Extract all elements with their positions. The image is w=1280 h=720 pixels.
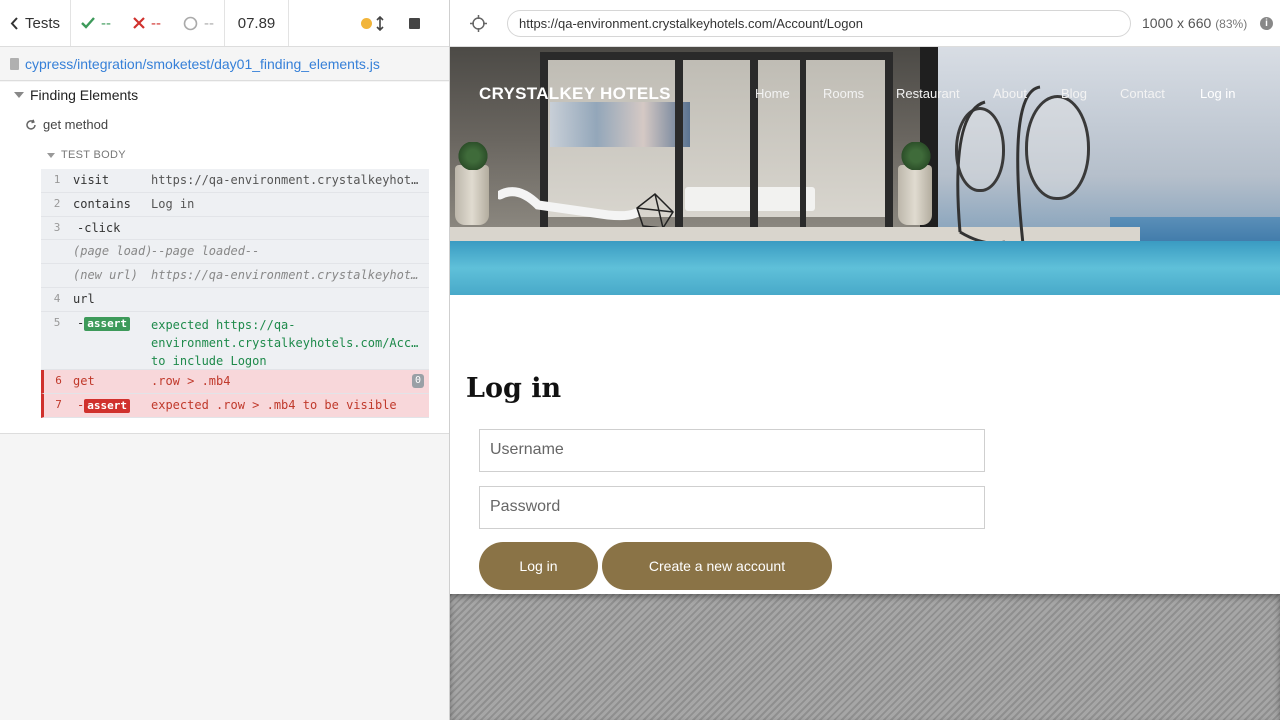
command-number [41, 240, 73, 263]
command-number: 7 [55, 398, 62, 411]
viewport-size: 1000 x 660 (83%) [1142, 15, 1247, 31]
file-icon [10, 58, 19, 70]
command-message: .row > .mb4 [151, 374, 231, 388]
caret-down-icon [47, 152, 55, 158]
cypress-runner-panel: Tests -- -- -- 07.89 cypress/integration… [0, 0, 450, 720]
runner-controls [289, 0, 449, 46]
command-name: contains [73, 196, 131, 211]
command-row[interactable]: 1 visit https://qa-environment.crystalke… [41, 169, 429, 193]
test-stats: -- -- -- [71, 0, 226, 46]
runner-toolbar: Tests -- -- -- 07.89 [0, 0, 449, 47]
assert-badge: assert [84, 399, 130, 413]
nav-contact[interactable]: Contact [1120, 86, 1200, 101]
element-count-badge: 0 [411, 374, 424, 388]
x-icon [133, 17, 145, 29]
command-name: get [73, 374, 95, 388]
command-message: expected .row > .mb4 to be visible [151, 398, 397, 412]
caret-down-icon [14, 92, 24, 98]
command-row[interactable]: 2 contains Log in [41, 193, 429, 217]
command-list: 1 visit https://qa-environment.crystalke… [41, 169, 429, 418]
site-header: CRYSTALKEY HOTELS Home Rooms Restaurant … [450, 47, 1280, 141]
command-row-failed[interactable]: 7 - assert expected .row > .mb4 to be vis… [41, 394, 429, 418]
pending-stat: -- [183, 15, 214, 32]
refresh-icon [26, 119, 36, 130]
nav-restaurant[interactable]: Restaurant [896, 86, 993, 101]
aut-iframe: CRYSTALKEY HOTELS Home Rooms Restaurant … [450, 47, 1280, 594]
spec-file-bar: cypress/integration/smoketest/day01_find… [0, 48, 449, 81]
command-name: (page load) [73, 244, 151, 258]
command-name: (new url) [73, 268, 139, 282]
tests-back-button[interactable]: Tests [0, 0, 72, 46]
command-message: Log in [151, 196, 195, 211]
command-number: 3 [53, 220, 61, 234]
command-row[interactable]: 3 -click [41, 217, 429, 240]
arrows-vertical-icon [376, 15, 384, 31]
aut-url-bar[interactable]: https://qa-environment.crystalkeyhotels.… [507, 10, 1131, 37]
nav-about[interactable]: About [993, 86, 1061, 101]
command-name: url [73, 292, 95, 306]
passed-count: -- [101, 14, 112, 32]
selector-playground-crosshair-icon[interactable] [470, 15, 487, 32]
command-message [151, 288, 429, 311]
viewport-dimensions: 1000 x 660 [1142, 15, 1212, 31]
command-number: 4 [53, 292, 61, 305]
command-row[interactable]: (new url) https://qa-environment.crystal… [41, 264, 429, 288]
command-message: https://qa-environment.crystalkeyhotels.… [151, 173, 429, 187]
command-row-assert[interactable]: 5 - assert expected https://qa-environmen… [41, 312, 429, 370]
test-title-row[interactable]: get method [25, 117, 108, 132]
test-title: get method [43, 117, 109, 132]
test-body-label: TEST BODY [61, 149, 126, 161]
command-row-failed[interactable]: 6 get .row > .mb4 0 [41, 370, 429, 394]
nav-home[interactable]: Home [755, 86, 823, 101]
stop-button[interactable] [389, 0, 439, 47]
aut-empty-area [450, 594, 1280, 720]
site-nav: Home Rooms Restaurant About Blog Contact… [755, 86, 1240, 101]
command-number: 6 [55, 374, 62, 387]
nav-rooms[interactable]: Rooms [823, 86, 896, 101]
password-field[interactable]: Password [479, 486, 985, 529]
command-name: -click [77, 220, 121, 235]
login-button[interactable]: Log in [479, 542, 598, 590]
suite-title-row[interactable]: Finding Elements [14, 87, 138, 103]
command-number: 2 [53, 196, 61, 210]
chevron-left-icon [10, 16, 18, 30]
run-duration: 07.89 [225, 0, 290, 46]
info-icon[interactable]: i [1260, 17, 1273, 30]
site-logo[interactable]: CRYSTALKEY HOTELS [479, 84, 671, 104]
status-dot-icon [360, 17, 372, 29]
scroll-toggle-button[interactable] [371, 0, 389, 47]
command-name: - assert [73, 394, 151, 417]
create-account-button[interactable]: Create a new account [602, 542, 832, 590]
aut-header: https://qa-environment.crystalkeyhotels.… [450, 0, 1280, 47]
command-message: https://qa-environment.crystalkeyhotels.… [151, 268, 429, 282]
circle-notch-icon [183, 16, 198, 30]
command-message: expected https://qa-environment.crystalk… [151, 318, 429, 368]
failed-count: -- [151, 14, 162, 32]
command-log: Finding Elements get method TEST BODY 1 … [0, 82, 449, 434]
command-message: --page loaded-- [151, 244, 260, 258]
test-body-header[interactable]: TEST BODY [47, 149, 126, 161]
spec-file-link[interactable]: cypress/integration/smoketest/day01_find… [25, 56, 380, 72]
command-number: 1 [53, 173, 61, 186]
command-name: visit [73, 173, 110, 187]
failed-stat: -- [133, 15, 161, 32]
nav-login[interactable]: Log in [1200, 86, 1240, 101]
check-icon [81, 17, 95, 29]
command-number [41, 264, 73, 287]
username-field[interactable]: Username [479, 429, 985, 472]
command-number: 5 [53, 316, 61, 329]
suite-title: Finding Elements [30, 87, 139, 103]
command-row[interactable]: (page load) --page loaded-- [41, 240, 429, 264]
command-message [151, 217, 429, 240]
pending-count: -- [204, 14, 215, 32]
login-page-title: Log in [466, 373, 562, 404]
command-row[interactable]: 4 url [41, 288, 429, 312]
tests-label: Tests [25, 14, 61, 32]
stop-icon [408, 17, 420, 29]
nav-blog[interactable]: Blog [1061, 86, 1120, 101]
viewport-scale: (83%) [1215, 17, 1248, 31]
passed-stat: -- [81, 15, 111, 32]
assert-badge: assert [84, 317, 130, 331]
command-name: - assert [73, 312, 151, 369]
